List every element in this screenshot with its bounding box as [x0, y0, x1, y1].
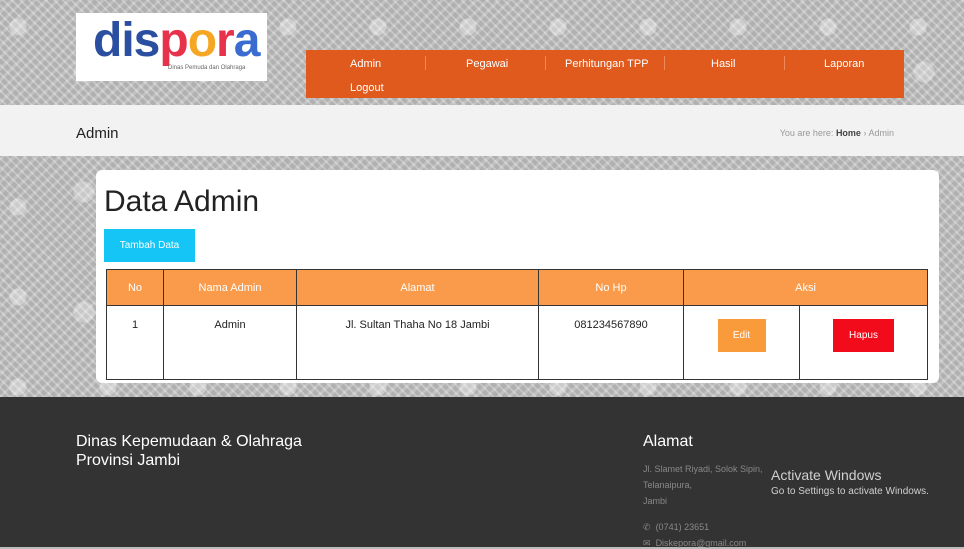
- nav-item-perhitungan-tpp[interactable]: Perhitungan TPP: [565, 58, 649, 70]
- column-header-alamat: Alamat: [296, 269, 539, 306]
- nav-item-pegawai[interactable]: Pegawai: [466, 58, 508, 70]
- footer-address-line3: Jambi: [643, 496, 668, 506]
- nav-item-logout[interactable]: Logout: [350, 82, 384, 94]
- watermark-title: Activate Windows: [771, 467, 882, 483]
- content-card: Data Admin Tambah Data No Nama Admin Ala…: [96, 170, 939, 383]
- footer-org-line1: Dinas Kepemudaan & Olahraga: [76, 433, 302, 450]
- nav-item-hasil[interactable]: Hasil: [711, 58, 735, 70]
- nav-divider: [425, 56, 426, 70]
- footer-email: ✉ Diskepora@gmail.com: [643, 538, 746, 549]
- activate-windows-watermark: Activate Windows Go to Settings to activ…: [771, 467, 929, 497]
- cell-edit: Edit: [683, 305, 800, 380]
- footer-address: Jl. Slamet Riyadi, Solok Sipin, Telanaip…: [643, 461, 763, 509]
- logo-wordmark: dispora: [93, 14, 260, 67]
- nav-item-admin[interactable]: Admin: [350, 58, 381, 70]
- column-header-hp: No Hp: [538, 269, 684, 306]
- footer-org: Dinas Kepemudaan & Olahraga Provinsi Jam…: [76, 432, 302, 470]
- footer-address-title: Alamat: [643, 433, 693, 450]
- nav-divider: [545, 56, 546, 70]
- logo-subtitle: Dinas Pemuda dan Olahraga: [168, 65, 246, 71]
- cell-nama: Admin: [163, 305, 297, 380]
- column-header-no: No: [106, 269, 164, 306]
- add-data-button[interactable]: Tambah Data: [104, 229, 195, 262]
- table-row: 1 Admin Jl. Sultan Thaha No 18 Jambi 081…: [106, 305, 928, 380]
- admin-table: No Nama Admin Alamat No Hp Aksi 1 Admin …: [106, 269, 928, 380]
- logo[interactable]: dispora Dinas Pemuda dan Olahraga: [76, 13, 267, 81]
- breadcrumb: You are here: Home › Admin: [780, 128, 894, 138]
- main-nav: Admin Pegawai Perhitungan TPP Hasil Lapo…: [306, 50, 904, 98]
- footer-phone-text: (0741) 23651: [655, 522, 710, 532]
- breadcrumb-separator: ›: [863, 128, 867, 138]
- cell-alamat: Jl. Sultan Thaha No 18 Jambi: [296, 305, 539, 380]
- breadcrumb-current: Admin: [868, 128, 894, 138]
- breadcrumb-prefix: You are here:: [779, 128, 834, 138]
- cell-hp: 081234567890: [538, 305, 684, 380]
- column-header-aksi: Aksi: [683, 269, 928, 306]
- page-title: Admin: [76, 125, 119, 142]
- breadcrumb-home-link[interactable]: Home: [836, 128, 861, 138]
- nav-item-laporan[interactable]: Laporan: [824, 58, 864, 70]
- nav-divider: [784, 56, 785, 70]
- section-title: Data Admin: [104, 185, 260, 218]
- footer-phone: ✆ (0741) 23651: [643, 522, 709, 533]
- table-header-row: No Nama Admin Alamat No Hp Aksi: [106, 269, 928, 306]
- cell-no: 1: [106, 305, 164, 380]
- footer-org-line2: Provinsi Jambi: [76, 452, 181, 469]
- footer-address-line2: Telanaipura,: [643, 480, 693, 490]
- breadcrumb-bar: Admin You are here: Home › Admin: [0, 105, 964, 156]
- nav-divider: [664, 56, 665, 70]
- cell-hapus: Hapus: [799, 305, 928, 380]
- delete-button[interactable]: Hapus: [833, 319, 894, 352]
- watermark-subtitle: Go to Settings to activate Windows.: [771, 486, 929, 497]
- footer-address-line1: Jl. Slamet Riyadi, Solok Sipin,: [643, 464, 763, 474]
- column-header-nama: Nama Admin: [163, 269, 297, 306]
- edit-button[interactable]: Edit: [717, 319, 766, 352]
- phone-icon: ✆: [643, 522, 651, 532]
